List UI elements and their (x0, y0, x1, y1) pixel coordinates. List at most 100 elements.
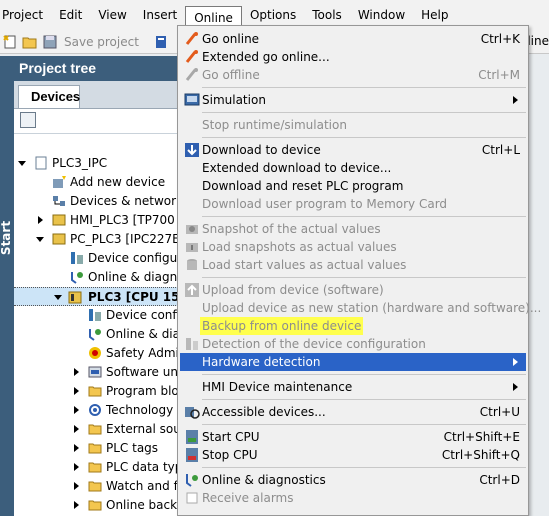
menu-item-simulation[interactable]: Simulation (180, 91, 526, 109)
menu-help[interactable]: Help (413, 4, 456, 26)
folder-icon (88, 441, 102, 455)
tree-item-label: PLC data type (106, 460, 184, 474)
menu-item-upload-software[interactable]: Upload from device (software) (180, 281, 526, 299)
print-icon[interactable] (153, 34, 169, 50)
menu-window[interactable]: Window (350, 4, 413, 26)
menu-tools[interactable]: Tools (304, 4, 350, 26)
tree-item-plc3[interactable]: PLC3 [CPU 1507S (14, 287, 184, 306)
tree-item-online-backups[interactable]: Online backu (0, 496, 184, 515)
tree-item-external-sources[interactable]: External sour (0, 420, 184, 439)
menu-item-shortcut: Ctrl+U (479, 405, 520, 419)
tree-item-software-units[interactable]: Software unit (0, 363, 184, 382)
submenu-arrow-icon (513, 383, 518, 391)
load-snapshot-icon (184, 239, 200, 255)
menu-item-start-cpu[interactable]: Start CPU Ctrl+Shift+E (180, 428, 526, 446)
menu-item-stop-runtime[interactable]: Stop runtime/simulation (180, 116, 526, 134)
tree-item-program-blocks[interactable]: Program bloc (0, 382, 184, 401)
tree-view-icon[interactable] (20, 112, 36, 128)
tree-item-label: HMI_PLC3 [TP700 C (70, 213, 184, 227)
menu-item-stop-cpu[interactable]: Stop CPU Ctrl+Shift+Q (180, 446, 526, 464)
tree-item-label: Online backu (106, 498, 184, 512)
save-project-label[interactable]: Save project (64, 35, 139, 49)
menu-item-snapshot[interactable]: Snapshot of the actual values (180, 220, 526, 238)
menu-project[interactable]: Project (0, 4, 51, 26)
menu-insert[interactable]: Insert (135, 4, 185, 26)
menu-item-upload-new-station[interactable]: Upload device as new station (hardware a… (180, 299, 541, 317)
tree-item-device-config-1[interactable]: Device configura (0, 249, 184, 268)
expand-arrow-icon[interactable] (54, 295, 62, 300)
tree-item-label: Program bloc (106, 384, 184, 398)
menu-item-backup-online[interactable]: Backup from online device (180, 317, 526, 335)
tree-item-online-diag-2[interactable]: Online & diag (0, 325, 184, 344)
menu-item-label: Snapshot of the actual values (202, 222, 381, 236)
menu-item-load-start-values[interactable]: Load start values as actual values (180, 256, 526, 274)
upload-icon (184, 282, 200, 298)
menu-item-label: Go online (202, 32, 260, 46)
menu-edit[interactable]: Edit (51, 4, 90, 26)
menu-item-hardware-detection[interactable]: Hardware detection (180, 353, 526, 371)
tree-item-project[interactable]: PLC3_IPC (0, 154, 184, 173)
menu-item-label: Download and reset PLC program (202, 179, 404, 193)
menu-separator (202, 424, 526, 425)
submenu-arrow-icon (513, 96, 518, 104)
expand-arrow-icon[interactable] (74, 444, 79, 452)
tree-item-technology-objects[interactable]: Technology o (0, 401, 184, 420)
menu-item-accessible-devices[interactable]: Accessible devices... Ctrl+U (180, 403, 526, 421)
expand-arrow-icon[interactable] (18, 161, 26, 166)
expand-arrow-icon[interactable] (74, 406, 79, 414)
tree-item-safety-admin[interactable]: Safety Admin (0, 344, 184, 363)
add-device-icon (52, 175, 66, 189)
tree-toolbar-divider (14, 133, 184, 134)
checkbox-icon (184, 490, 200, 506)
tree-item-watch-force[interactable]: Watch and fo (0, 477, 184, 496)
tab-devices[interactable]: Devices (18, 85, 80, 109)
menu-item-download-reset[interactable]: Download and reset PLC program (180, 177, 526, 195)
tree-item-hmi[interactable]: HMI_PLC3 [TP700 C (0, 211, 184, 230)
go-online-icon (184, 31, 200, 47)
menu-item-shortcut: Ctrl+K (480, 32, 520, 46)
menu-options[interactable]: Options (242, 4, 304, 26)
expand-arrow-icon[interactable] (74, 501, 79, 509)
menu-item-extended-go-online[interactable]: Extended go online... (180, 48, 526, 66)
snapshot-icon (184, 221, 200, 237)
menu-view[interactable]: View (90, 4, 134, 26)
menu-item-extended-download[interactable]: Extended download to device... (180, 159, 526, 177)
tree-item-plc-data-types[interactable]: PLC data type (0, 458, 184, 477)
tree-item-device-config-2[interactable]: Device config (0, 306, 184, 325)
tree-item-plc-tags[interactable]: PLC tags (0, 439, 184, 458)
open-project-icon[interactable] (22, 34, 38, 50)
simulation-icon (184, 92, 200, 108)
menu-item-shortcut: Ctrl+Shift+E (443, 430, 520, 444)
tree-item-pc-plc[interactable]: PC_PLC3 [IPC227E P (0, 230, 184, 249)
new-project-icon[interactable] (2, 34, 18, 50)
menu-item-download-memory-card[interactable]: Download user program to Memory Card (180, 195, 526, 213)
menu-item-label: Extended download to device... (202, 161, 392, 175)
menu-item-online-diagnostics[interactable]: Online & diagnostics Ctrl+D (180, 471, 526, 489)
menu-item-receive-alarms[interactable]: Receive alarms (180, 489, 526, 507)
tree-item-online-diag-1[interactable]: Online & diagno (0, 268, 184, 287)
menu-separator (202, 112, 526, 113)
expand-arrow-icon[interactable] (74, 387, 79, 395)
menu-item-download-to-device[interactable]: Download to device Ctrl+L (180, 141, 526, 159)
menu-item-shortcut: Ctrl+L (481, 143, 520, 157)
expand-arrow-icon[interactable] (74, 368, 79, 376)
menu-item-hmi-maintenance[interactable]: HMI Device maintenance (180, 378, 526, 396)
tree-item-add-device[interactable]: Add new device (0, 173, 184, 192)
accessible-devices-icon (184, 404, 200, 420)
tree-item-label: PLC3 [CPU 1507S (88, 290, 184, 304)
menu-item-go-online[interactable]: Go online Ctrl+K (180, 30, 526, 48)
expand-arrow-icon[interactable] (74, 425, 79, 433)
menu-item-go-offline[interactable]: Go offline Ctrl+M (180, 66, 526, 84)
expand-arrow-icon[interactable] (74, 482, 79, 490)
expand-arrow-icon[interactable] (36, 237, 44, 242)
menu-item-detection-config[interactable]: Detection of the device configuration (180, 335, 526, 353)
menu-item-load-snapshots[interactable]: Load snapshots as actual values (180, 238, 526, 256)
menu-item-label: Receive alarms (202, 491, 294, 505)
expand-arrow-icon[interactable] (74, 463, 79, 471)
save-project-icon[interactable] (42, 34, 58, 50)
expand-arrow-icon[interactable] (38, 216, 43, 224)
tree-item-devices-networks[interactable]: Devices & networks (0, 192, 184, 211)
online-diagnostics-icon (70, 270, 84, 284)
tree-item-label: Online & diag (106, 327, 184, 341)
project-tree-header: Project tree (14, 56, 184, 81)
